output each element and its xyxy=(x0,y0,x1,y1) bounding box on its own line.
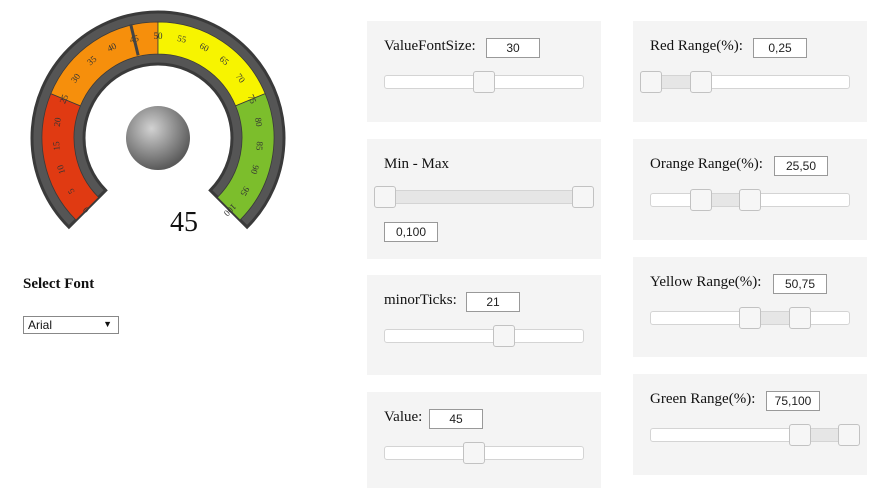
minor-ticks-label: minorTicks: xyxy=(384,292,457,308)
gauge-tick-label: 15 xyxy=(51,141,62,151)
green-range-label: Green Range(%): xyxy=(650,391,756,407)
chevron-down-icon: ▼ xyxy=(103,319,112,329)
min-max-input[interactable]: 0,100 xyxy=(384,222,438,242)
gauge-dial: 0510152025303540455055606570758085909510… xyxy=(30,10,286,230)
minor-ticks-panel: minorTicks: 21 xyxy=(367,275,601,375)
slider-handle-max[interactable] xyxy=(572,186,594,208)
yellow-range-slider[interactable] xyxy=(650,307,850,329)
value-slider[interactable] xyxy=(384,442,584,464)
gauge-hub xyxy=(126,106,190,170)
slider-handle-min[interactable] xyxy=(640,71,662,93)
select-font-label: Select Font xyxy=(23,276,95,292)
slider-handle-max[interactable] xyxy=(689,71,712,93)
red-range-slider[interactable] xyxy=(640,71,850,93)
yellow-range-input[interactable]: 50,75 xyxy=(773,274,827,294)
orange-range-panel: Orange Range(%): 25,50 xyxy=(633,139,867,240)
min-max-panel: Min - Max 0,100 xyxy=(367,139,601,259)
slider-handle-min[interactable] xyxy=(374,186,396,208)
slider-handle-max[interactable] xyxy=(788,307,811,329)
value-panel: Value: 45 xyxy=(367,392,601,488)
slider-handle-min[interactable] xyxy=(739,307,761,329)
yellow-range-label: Yellow Range(%): xyxy=(650,274,762,290)
orange-range-input[interactable]: 25,50 xyxy=(774,156,828,176)
gauge-tick-label: 85 xyxy=(254,141,265,151)
red-range-input[interactable]: 0,25 xyxy=(753,38,807,58)
red-range-label: Red Range(%): xyxy=(650,38,743,54)
slider-handle-min[interactable] xyxy=(788,424,811,446)
value-input[interactable]: 45 xyxy=(429,409,483,429)
slider-handle[interactable] xyxy=(473,71,495,93)
slider-range-fill xyxy=(385,191,583,203)
green-range-slider[interactable] xyxy=(650,424,860,446)
value-font-size-label: ValueFontSize: xyxy=(384,38,476,54)
value-font-size-slider[interactable] xyxy=(384,71,584,93)
slider-handle[interactable] xyxy=(492,325,515,347)
value-font-size-input[interactable]: 30 xyxy=(486,38,540,58)
minor-ticks-input[interactable]: 21 xyxy=(466,292,520,312)
font-select-value: Arial xyxy=(28,318,53,332)
font-select[interactable]: Arial ▼ xyxy=(23,316,119,334)
value-font-size-panel: ValueFontSize: 30 xyxy=(367,21,601,122)
green-range-panel: Green Range(%): 75,100 xyxy=(633,374,867,475)
gauge: 0510152025303540455055606570758085909510… xyxy=(28,8,292,248)
gauge-value: 45 xyxy=(170,207,198,238)
value-label: Value: xyxy=(384,409,423,425)
red-range-panel: Red Range(%): 0,25 xyxy=(633,21,867,122)
min-max-label: Min - Max xyxy=(384,156,449,172)
yellow-range-panel: Yellow Range(%): 50,75 xyxy=(633,257,867,357)
min-max-slider[interactable] xyxy=(374,186,594,208)
orange-range-slider[interactable] xyxy=(650,189,850,211)
orange-range-label: Orange Range(%): xyxy=(650,156,763,172)
slider-handle[interactable] xyxy=(463,442,486,464)
minor-ticks-slider[interactable] xyxy=(384,325,584,347)
slider-handle-min[interactable] xyxy=(689,189,712,211)
gauge-tick-label: 50 xyxy=(154,31,164,41)
slider-handle-max[interactable] xyxy=(739,189,761,211)
green-range-input[interactable]: 75,100 xyxy=(766,391,820,411)
slider-handle-max[interactable] xyxy=(838,424,860,446)
